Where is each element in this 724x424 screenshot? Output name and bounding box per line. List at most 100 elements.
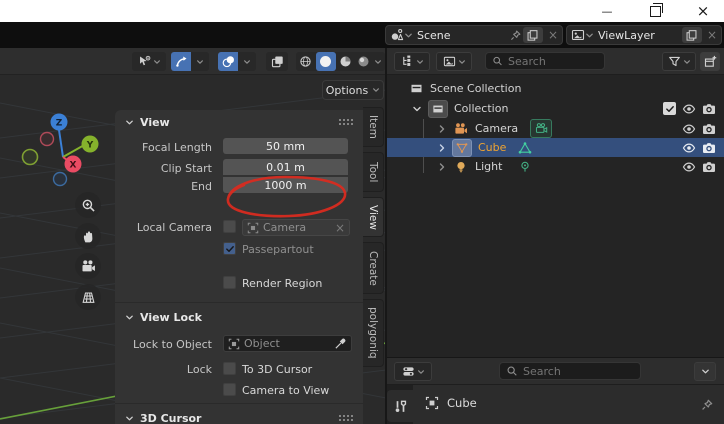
light-data-icon[interactable] <box>518 160 532 174</box>
properties-search[interactable] <box>499 362 641 380</box>
properties-breadcrumb: Cube <box>425 396 477 410</box>
unlink-scene-icon[interactable]: × <box>544 28 562 42</box>
lock-to-3d-cursor-checkbox[interactable] <box>223 362 236 375</box>
shading-material-button[interactable] <box>336 55 356 68</box>
outliner-editor-type-dropdown[interactable] <box>394 52 430 71</box>
show-gizmos-toggle[interactable] <box>171 52 191 71</box>
shading-wireframe-button[interactable] <box>296 55 316 68</box>
sidebar-tab-polygoniq[interactable]: polygoniq <box>363 299 384 367</box>
render-camera-icon[interactable] <box>702 122 716 136</box>
overlays-dropdown[interactable] <box>238 52 256 71</box>
scene-selector[interactable]: Scene × <box>385 25 563 45</box>
restore-icon <box>650 6 661 17</box>
focal-length-field[interactable]: 50 mm <box>223 138 348 154</box>
hide-eye-icon[interactable] <box>682 160 696 174</box>
passepartout-checkbox[interactable] <box>223 242 236 255</box>
properties-tab-tool[interactable] <box>387 390 413 422</box>
panel-drag-grip[interactable] <box>338 414 353 421</box>
ortho-toggle-button[interactable] <box>75 284 101 310</box>
local-camera-field[interactable]: Camera × <box>242 219 350 236</box>
chevron-down-icon <box>374 58 382 66</box>
render-camera-icon[interactable] <box>702 102 716 116</box>
render-camera-icon[interactable] <box>702 141 716 155</box>
xray-toggle[interactable] <box>266 52 288 71</box>
tab-label: Item <box>367 115 379 139</box>
axis-neg-x-handle[interactable] <box>41 133 54 146</box>
sidebar-tab-item[interactable]: Item <box>363 107 384 147</box>
sidebar-tab-create[interactable]: Create <box>363 242 384 294</box>
options-button[interactable]: Options <box>322 80 384 100</box>
shading-solid-button[interactable] <box>316 52 336 71</box>
row-label: Light <box>475 160 502 173</box>
remove-viewlayer-icon[interactable]: × <box>703 28 721 42</box>
shading-rendered-button[interactable] <box>356 55 372 68</box>
clip-start-label: Clip Start <box>117 162 212 175</box>
new-viewlayer-button[interactable] <box>682 27 702 43</box>
chevron-right-icon[interactable] <box>437 124 447 134</box>
show-overlays-toggle[interactable] <box>218 52 238 71</box>
outliner-filter-dropdown[interactable] <box>662 52 696 71</box>
render-region-checkbox[interactable] <box>223 276 236 289</box>
clip-start-field[interactable]: 0.01 m <box>223 159 348 175</box>
shading-dropdown[interactable] <box>372 58 385 66</box>
pin-icon[interactable] <box>700 398 714 412</box>
new-scene-button[interactable] <box>523 27 543 43</box>
camera-icon <box>81 259 96 274</box>
properties-options-dropdown[interactable] <box>694 362 716 381</box>
outliner-search-input[interactable] <box>508 55 598 68</box>
eyedropper-icon[interactable] <box>334 337 347 350</box>
scene-name[interactable]: Scene <box>413 29 509 42</box>
close-button[interactable]: × <box>686 0 720 22</box>
chevron-down-icon[interactable] <box>412 104 422 114</box>
pin-icon[interactable] <box>509 29 522 42</box>
chevron-right-icon[interactable] <box>437 162 447 172</box>
properties-editor: Cube <box>387 358 724 424</box>
outliner-display-mode-dropdown[interactable] <box>436 52 472 71</box>
properties-editor-type-dropdown[interactable] <box>394 362 432 381</box>
new-collection-button[interactable] <box>700 52 720 71</box>
outliner-row-camera[interactable]: Camera <box>387 119 724 138</box>
hide-eye-icon[interactable] <box>682 102 696 116</box>
zoom-tool-button[interactable] <box>75 192 101 218</box>
panel-drag-grip[interactable] <box>338 118 353 125</box>
axis-neg-z-handle[interactable] <box>54 173 67 186</box>
render-camera-icon[interactable] <box>702 160 716 174</box>
properties-header <box>387 358 724 385</box>
local-camera-checkbox[interactable] <box>223 220 236 233</box>
pan-tool-button[interactable] <box>75 223 101 249</box>
hide-eye-icon[interactable] <box>682 122 696 136</box>
navigation-gizmo[interactable]: Z Y X <box>18 108 110 200</box>
hide-eye-icon[interactable] <box>682 141 696 155</box>
breadcrumb-object-name[interactable]: Cube <box>447 396 477 410</box>
chevron-right-icon[interactable] <box>437 143 447 153</box>
mesh-data-icon[interactable] <box>518 141 532 155</box>
camera-view-button[interactable] <box>75 253 101 279</box>
outliner-search[interactable] <box>485 52 605 70</box>
lock-to-object-field[interactable]: Object <box>223 335 352 352</box>
outliner-row-scene-collection[interactable]: Scene Collection <box>387 79 724 98</box>
viewlayer-name[interactable]: ViewLayer <box>594 29 681 42</box>
restore-button[interactable] <box>638 0 672 22</box>
clear-camera-icon[interactable]: × <box>331 221 349 235</box>
outliner-row-light[interactable]: Light <box>387 157 724 176</box>
outliner-row-collection[interactable]: Collection <box>387 99 724 118</box>
object-type-visibility-dropdown[interactable] <box>132 52 166 71</box>
minimize-button[interactable]: — <box>590 0 624 22</box>
topbar: Scene × ViewLayer × <box>0 22 724 48</box>
properties-search-input[interactable] <box>523 365 613 378</box>
sidebar-tab-view[interactable]: View <box>363 197 384 237</box>
viewlayer-selector[interactable]: ViewLayer × <box>566 25 722 45</box>
sidebar-tab-tool[interactable]: Tool <box>363 152 384 192</box>
collection-exclude-checkbox[interactable] <box>663 102 676 115</box>
view-panel-header[interactable]: View <box>125 112 170 132</box>
gizmos-dropdown[interactable] <box>191 52 209 71</box>
outliner-row-cube[interactable]: Cube <box>387 138 724 157</box>
view-lock-panel-header[interactable]: View Lock <box>125 307 202 327</box>
focal-length-value: 50 mm <box>266 140 305 153</box>
camera-to-view-checkbox[interactable] <box>223 383 236 396</box>
tab-label: polygoniq <box>367 307 379 359</box>
axis-neg-y-handle[interactable] <box>23 150 38 165</box>
cursor-panel-header[interactable]: 3D Cursor <box>125 408 201 424</box>
clip-end-field[interactable]: 1000 m <box>223 177 348 193</box>
camera-data-icon[interactable] <box>530 119 552 138</box>
